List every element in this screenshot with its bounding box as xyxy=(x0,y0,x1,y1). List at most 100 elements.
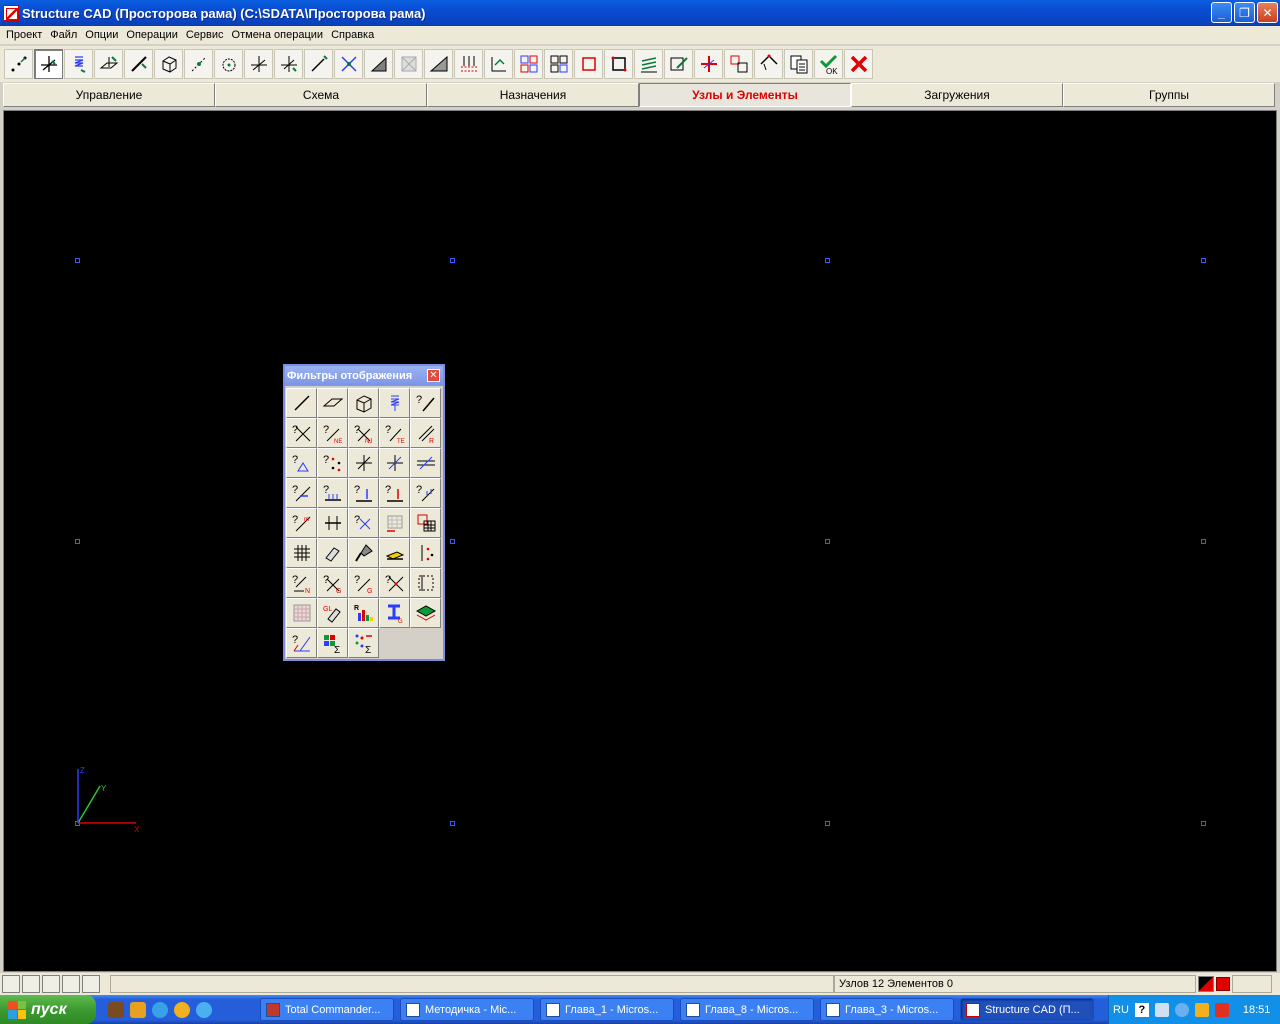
node-rotate-button[interactable] xyxy=(214,49,243,79)
menu-service[interactable]: Сервис xyxy=(182,29,228,41)
filter-gl-button[interactable]: GL xyxy=(317,598,348,628)
filter-supports-button[interactable]: ? xyxy=(286,448,317,478)
filter-eraser-button[interactable] xyxy=(317,538,348,568)
browser-icon[interactable] xyxy=(196,1001,212,1018)
close-button[interactable]: ✕ xyxy=(1257,2,1278,23)
filter-boundary-button[interactable] xyxy=(410,568,441,598)
filter-hinges-button[interactable] xyxy=(410,448,441,478)
filter-sections-table-button[interactable] xyxy=(286,598,317,628)
menu-operations[interactable]: Операции xyxy=(122,29,181,41)
tray-red-x-icon[interactable] xyxy=(1214,1002,1229,1017)
pencil-button[interactable] xyxy=(664,49,693,79)
node[interactable] xyxy=(825,258,830,263)
menu-help[interactable]: Справка xyxy=(327,29,378,41)
task-glava-8[interactable]: Глава_8 - Micros... xyxy=(680,998,814,1021)
filter-group-bars-button[interactable]: ? G xyxy=(348,568,379,598)
solid-tool-button[interactable] xyxy=(154,49,183,79)
filter-mesh-button[interactable] xyxy=(286,538,317,568)
node[interactable] xyxy=(1201,821,1206,826)
filter-i-beam-button[interactable]: G xyxy=(379,598,410,628)
node-move-button[interactable] xyxy=(184,49,213,79)
filter-brush-button[interactable] xyxy=(348,538,379,568)
delete-shape-button[interactable] xyxy=(724,49,753,79)
fragment-2-button[interactable] xyxy=(544,49,573,79)
layers-button[interactable] xyxy=(634,49,663,79)
node[interactable] xyxy=(75,258,80,263)
restore-button[interactable]: ❐ xyxy=(1234,2,1255,23)
plane-tool-button[interactable] xyxy=(94,49,123,79)
bar-tool-button[interactable] xyxy=(124,49,153,79)
angle-button[interactable] xyxy=(754,49,783,79)
language-indicator[interactable]: RU xyxy=(1113,1004,1129,1016)
view-mode-2-button[interactable] xyxy=(22,975,40,993)
triangle-plate-button[interactable] xyxy=(424,49,453,79)
filter-beam-direction-button[interactable]: ? xyxy=(348,508,379,538)
task-metodichka[interactable]: Методичка - Mic... xyxy=(400,998,534,1021)
filter-loads-button[interactable]: ? xyxy=(317,478,348,508)
filter-groups-g-button[interactable]: ? G xyxy=(317,568,348,598)
tray-chevron-icon[interactable] xyxy=(1174,1002,1189,1017)
task-total-commander[interactable]: Total Commander... xyxy=(260,998,394,1021)
filter-panel-close-button[interactable]: ✕ xyxy=(427,369,440,382)
help-icon[interactable]: ? xyxy=(1134,1002,1149,1017)
menu-undo[interactable]: Отмена операции xyxy=(228,29,328,41)
view-mode-1-button[interactable] xyxy=(2,975,20,993)
node-mirror-button[interactable] xyxy=(244,49,273,79)
node[interactable] xyxy=(825,821,830,826)
filter-panel-header[interactable]: Фильтры отображения ✕ xyxy=(285,366,443,386)
node[interactable] xyxy=(1201,539,1206,544)
tab-groups[interactable]: Группы xyxy=(1063,83,1275,107)
internet-explorer-icon[interactable] xyxy=(152,1001,168,1018)
filter-rigid-inserts-button[interactable]: ? xyxy=(286,478,317,508)
tab-loadings[interactable]: Загружения xyxy=(851,83,1063,107)
filter-r-button[interactable]: R xyxy=(410,418,441,448)
filter-numbers-n-button[interactable]: ? N xyxy=(286,568,317,598)
tab-assignments[interactable]: Назначения xyxy=(427,83,639,107)
view-mode-4-button[interactable] xyxy=(62,975,80,993)
start-button[interactable]: пуск xyxy=(0,995,96,1024)
node-renumber-button[interactable] xyxy=(484,49,513,79)
element-delete-button[interactable] xyxy=(334,49,363,79)
filter-point-loads-button[interactable]: ? xyxy=(348,478,379,508)
spring-tool-button[interactable] xyxy=(64,49,93,79)
view-mode-5-button[interactable] xyxy=(82,975,100,993)
filter-group-nodes-button[interactable]: ? xyxy=(379,568,410,598)
filter-sum-table-button[interactable]: Σ xyxy=(317,628,348,658)
filter-design-button[interactable]: ? xyxy=(286,628,317,658)
filter-te-button[interactable]: ? TE xyxy=(379,418,410,448)
tab-nodes-elements[interactable]: Узлы и Элементы xyxy=(639,83,851,107)
filter-moment-loads-button[interactable]: ? xyxy=(410,478,441,508)
node[interactable] xyxy=(450,258,455,263)
select-node-button[interactable] xyxy=(34,49,63,79)
filter-node-numbers-button[interactable]: ? xyxy=(286,418,317,448)
filter-nj-button[interactable]: ? NJ xyxy=(348,418,379,448)
filter-bar-ends-button[interactable] xyxy=(317,508,348,538)
task-glava-3[interactable]: Глава_3 - Micros... xyxy=(820,998,954,1021)
filter-springs-button[interactable] xyxy=(379,388,410,418)
element-add-button[interactable] xyxy=(304,49,333,79)
view-mode-3-button[interactable] xyxy=(42,975,60,993)
filter-axes-button[interactable] xyxy=(348,448,379,478)
filter-stack-button[interactable] xyxy=(410,598,441,628)
minimize-button[interactable]: _ xyxy=(1211,2,1232,23)
cut-element-button[interactable] xyxy=(694,49,723,79)
app-icon[interactable] xyxy=(3,5,19,21)
cancel-button[interactable] xyxy=(844,49,873,79)
node[interactable] xyxy=(450,539,455,544)
ok-button[interactable]: OK xyxy=(814,49,843,79)
filter-solids-button[interactable] xyxy=(348,388,379,418)
filter-layer-button[interactable] xyxy=(379,538,410,568)
grid-divide-button[interactable] xyxy=(454,49,483,79)
filter-plates-button[interactable] xyxy=(317,388,348,418)
node[interactable] xyxy=(75,539,80,544)
filter-local-axes-button[interactable] xyxy=(379,448,410,478)
tab-scheme[interactable]: Схема xyxy=(215,83,427,107)
node-tool-button[interactable] xyxy=(4,49,33,79)
tab-management[interactable]: Управление xyxy=(3,83,215,107)
node[interactable] xyxy=(825,539,830,544)
model-canvas[interactable]: X Y Z xyxy=(3,110,1277,972)
quick-launch-app-icon[interactable] xyxy=(108,1001,124,1018)
menu-project[interactable]: Проект xyxy=(2,29,46,41)
plate-delete-button[interactable] xyxy=(394,49,423,79)
media-player-icon[interactable] xyxy=(174,1001,190,1018)
